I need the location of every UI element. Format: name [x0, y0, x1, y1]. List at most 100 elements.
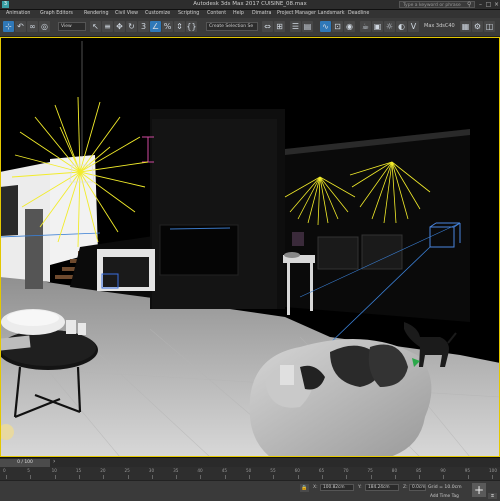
- select-object-button[interactable]: ↖: [90, 21, 101, 32]
- menu-bar: Animation Graph Editors Rendering Civil …: [0, 10, 500, 18]
- menu-dimatra[interactable]: Dimatra: [252, 10, 271, 18]
- menu-content[interactable]: Content: [207, 10, 226, 18]
- curve-editor-button[interactable]: ∿: [320, 21, 331, 32]
- menu-project-manager[interactable]: Project Manager: [277, 10, 316, 18]
- timeline-tick-label: 35: [173, 468, 179, 473]
- align-button[interactable]: ⊞: [274, 21, 285, 32]
- timeline-tick-mark: [78, 475, 80, 479]
- shade-icon: ◐: [398, 22, 405, 31]
- named-selection-select[interactable]: Create Selection Se: [206, 22, 258, 31]
- maximize-button[interactable]: □: [485, 0, 492, 9]
- curve-icon: ∿: [322, 22, 329, 31]
- y-coordinate-field[interactable]: 184.24cm: [365, 484, 399, 491]
- minimize-button[interactable]: –: [477, 0, 484, 9]
- timeline-tick-label: 45: [221, 468, 228, 473]
- panel-icon: ▦: [461, 22, 470, 31]
- status-bar: 🔒 X: 100.82cm Y: 184.24cm Z: 0.0cm Grid …: [0, 480, 500, 501]
- z-label: Z:: [403, 485, 408, 490]
- chevron-right-icon[interactable]: ›: [53, 458, 55, 465]
- timeline-tick-label: 85: [416, 468, 422, 473]
- menu-help[interactable]: Help: [233, 10, 244, 18]
- active-shade-button[interactable]: ◐: [396, 21, 407, 32]
- menu-graph-editors[interactable]: Graph Editors: [40, 10, 73, 18]
- vray-icon: V: [410, 22, 417, 31]
- timeline-tick-label: 60: [294, 468, 300, 473]
- menu-scripting[interactable]: Scripting: [178, 10, 199, 18]
- render-icon: ☼: [385, 22, 394, 31]
- teapot-icon: ☕: [361, 22, 370, 31]
- search-icon[interactable]: ⚲: [467, 0, 471, 9]
- selection-filter-select[interactable]: View: [58, 22, 86, 31]
- timeline-tick-mark: [176, 475, 178, 479]
- search-input[interactable]: Type a keyword or phrase: [399, 1, 475, 8]
- timeline-tick-label: 50: [246, 468, 252, 473]
- vray-frame-buffer-button[interactable]: V: [408, 21, 419, 32]
- menu-landsmark[interactable]: Landsmark: [318, 10, 345, 18]
- material-editor-button[interactable]: ◉: [344, 21, 355, 32]
- snap-toggle-button[interactable]: 3: [138, 21, 149, 32]
- align-icon: ⊞: [276, 22, 283, 31]
- timeline-tick-label: 40: [197, 468, 203, 473]
- timeline-tick-label: 90: [440, 468, 446, 473]
- angle-snap-button[interactable]: ∠: [150, 21, 161, 32]
- workspace-label[interactable]: Max 3dsC40: [424, 22, 455, 31]
- toolbar-extra-button-3[interactable]: ◫: [484, 21, 495, 32]
- timeline-tick-label: 0: [3, 468, 6, 473]
- toolbar-extra-button-1[interactable]: ▦: [460, 21, 471, 32]
- render-production-button[interactable]: ☼: [384, 21, 395, 32]
- timeline-tick-mark: [224, 475, 226, 479]
- toolbar-extra-button-2[interactable]: ⚙: [472, 21, 483, 32]
- timeline-tick-mark: [492, 475, 493, 479]
- z-coordinate-field[interactable]: 0.0cm: [409, 484, 426, 491]
- timeline-tick-mark: [394, 475, 396, 479]
- window-icon: ◫: [485, 22, 494, 31]
- schematic-view-button[interactable]: ⊡: [332, 21, 343, 32]
- x-coordinate-field[interactable]: 100.82cm: [320, 484, 354, 491]
- track-bar[interactable]: 0 5 10 15 20 25 30 35 40 45 50 55 60 65 70 75 80 85 90 95 10…: [0, 467, 500, 480]
- move-icon: ✥: [116, 22, 123, 31]
- menu-civil-view[interactable]: Civil View: [115, 10, 138, 18]
- bind-spacewarp-button[interactable]: ◎: [39, 21, 50, 32]
- link-button[interactable]: ∞: [27, 21, 38, 32]
- select-tool-button[interactable]: ⊹: [3, 21, 14, 32]
- close-button[interactable]: ×: [493, 0, 500, 9]
- move-tool-button[interactable]: ✥: [114, 21, 125, 32]
- timeline-tick-label: 100: [489, 468, 497, 473]
- set-key-button[interactable]: +: [472, 483, 486, 497]
- layer-manager-button[interactable]: ☰: [290, 21, 301, 32]
- select-by-name-button[interactable]: ≡: [102, 21, 113, 32]
- timeline-tick-mark: [419, 475, 421, 479]
- timeline-tick-label: 25: [124, 468, 130, 473]
- mirror-button[interactable]: ⇔: [262, 21, 273, 32]
- rotate-tool-button[interactable]: ↻: [126, 21, 137, 32]
- spinner-snap-button[interactable]: ⇕: [174, 21, 185, 32]
- timeline-tick-label: 10: [51, 468, 57, 473]
- gear-icon: ⚙: [473, 22, 482, 31]
- title-bar: 3 Autodesk 3ds Max 2017 CUISINE_08.max T…: [0, 0, 500, 10]
- time-slider-handle[interactable]: 0 / 100: [0, 459, 50, 467]
- render-setup-button[interactable]: ☕: [360, 21, 371, 32]
- menu-deadline[interactable]: Deadline: [348, 10, 369, 18]
- timeline-tick-mark: [200, 475, 202, 479]
- menu-rendering[interactable]: Rendering: [84, 10, 109, 18]
- add-time-tag-button[interactable]: Add Time Tag: [430, 493, 459, 500]
- spinner-icon: ⇕: [176, 22, 183, 31]
- select-cursor-icon: ⊹: [5, 22, 12, 31]
- scene-explorer-button[interactable]: ▤: [302, 21, 313, 32]
- angle-snap-icon: ∠: [151, 22, 160, 31]
- menu-animation[interactable]: Animation: [6, 10, 30, 18]
- timeline-tick-label: 15: [75, 468, 82, 473]
- lock-selection-button[interactable]: 🔒: [300, 484, 309, 492]
- x-label: X:: [313, 485, 318, 490]
- edit-named-sets-button[interactable]: {}: [186, 21, 197, 32]
- menu-customize[interactable]: Customize: [145, 10, 170, 18]
- percent-icon: %: [163, 22, 172, 31]
- timeline-tick-mark: [273, 475, 275, 479]
- perspective-viewport[interactable]: [0, 37, 500, 457]
- percent-snap-button[interactable]: %: [162, 21, 173, 32]
- timeline-tick-label: 70: [343, 468, 349, 473]
- undo-button[interactable]: ↶: [15, 21, 26, 32]
- key-filters-icon[interactable]: ⚿: [488, 493, 497, 499]
- timeline-tick-mark: [370, 475, 372, 479]
- render-frame-button[interactable]: ▣: [372, 21, 383, 32]
